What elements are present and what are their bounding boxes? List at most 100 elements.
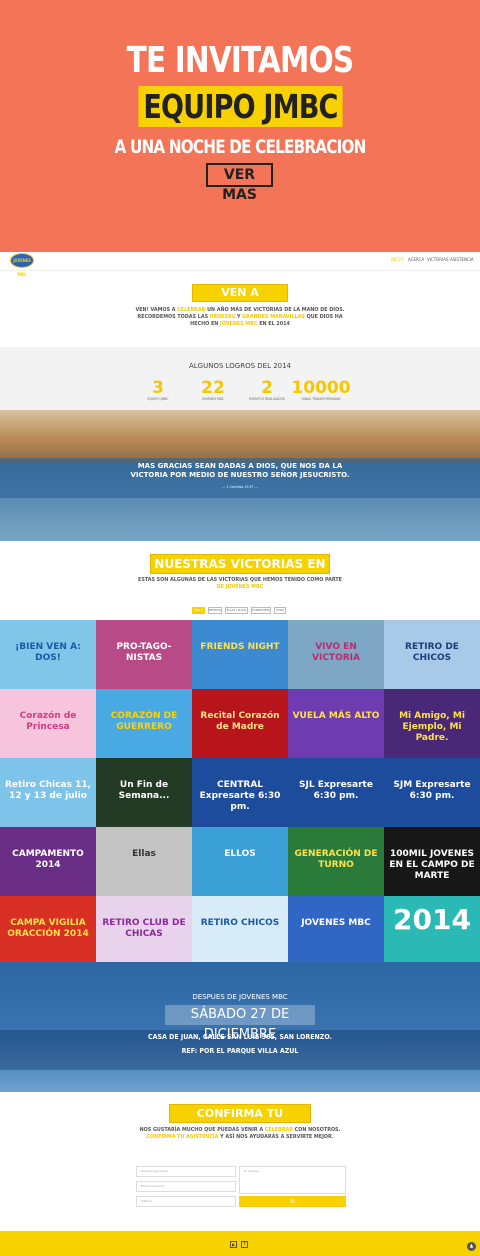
gallery-tile[interactable]: SJM Expresarte 6:30 pm. — [384, 758, 480, 827]
message-field[interactable]: Tu mensaje — [239, 1166, 346, 1194]
gallery-tile-label: CORAZÓN DE GUERRERO — [110, 711, 178, 732]
gallery-tile[interactable]: ¡BIEN VEN A: DOS! — [0, 620, 96, 689]
nav-item-inicio[interactable]: INICIO — [391, 257, 403, 262]
gallery-tile[interactable]: VIVO EN VICTORIA — [288, 620, 384, 689]
gallery-tile-label: PRO-TAGO-NISTAS — [116, 642, 172, 663]
gallery-tile-label: CENTRAL Expresarte 6:30 pm. — [199, 780, 281, 812]
gallery-tile-label: RETIRO CHICOS — [200, 918, 280, 928]
submit-button[interactable]: ✉ — [239, 1196, 346, 1207]
gallery-tile-label: RETIRO DE CHICOS — [405, 642, 459, 663]
gallery-tile-label: Ellas — [132, 849, 156, 859]
quote-line-2: VICTORIA POR MEDIO DE NUESTRO SEÑOR JESU… — [130, 471, 350, 479]
stat-value: 2 — [261, 378, 273, 398]
scroll-top-button[interactable]: ▲ — [467, 1242, 476, 1251]
gallery-tile[interactable]: VUELA MÁS ALTO — [288, 689, 384, 758]
stat-label: EQUIPO JMBC — [147, 397, 169, 401]
gallery-tile[interactable]: Mi Amigo, Mi Ejemplo, Mi Padre. — [384, 689, 480, 758]
event-date: SÁBADO 27 DE DICIEMBRE — [165, 1005, 315, 1042]
gallery-tile[interactable]: RETIRO CHICOS — [192, 896, 288, 965]
gallery-tile[interactable]: JOVENES MBC — [288, 896, 384, 965]
gallery-tile-label: Mi Amigo, Mi Ejemplo, Mi Padre. — [399, 711, 465, 743]
gallery-tile-label: 2014 — [393, 903, 471, 936]
event-address: CASA DE JUAN, CALLE SAN LUIS 965, SAN LO… — [148, 1033, 332, 1041]
phone-field[interactable]: Teléfono — [136, 1196, 236, 1207]
hero-highlight: EQUIPO JMBC — [137, 86, 343, 127]
nav-item-asistencia[interactable]: ASISTENCIA — [450, 257, 474, 262]
gallery-tile[interactable]: ELLOS — [192, 827, 288, 896]
gallery-tile-label: Retiro Chicas 11, 12 y 13 de julio — [4, 780, 92, 801]
gallery-tile[interactable]: CAMPA VIGILIA ORACCIÓN 2014 — [0, 896, 96, 965]
gallery-tile-label: Corazón de Princesa — [19, 711, 77, 732]
stat-value: 10000 — [291, 378, 351, 398]
stats-title: ALGUNOS LOGROS DEL 2014 — [188, 362, 292, 370]
filter-expresarte[interactable]: EXPRESARTE — [251, 607, 271, 614]
contact-line-1: NOS GUSTARÍA MUCHO QUE PUEDAS VENIR A CE… — [139, 1127, 341, 1133]
filter-todo[interactable]: TODO — [192, 607, 205, 614]
name-field[interactable]: Nombre (requerido) — [136, 1166, 236, 1177]
gallery-tile[interactable]: Un Fin de Semana... — [96, 758, 192, 827]
gallery-tile[interactable]: RETIRO DE CHICOS — [384, 620, 480, 689]
footer — [0, 1231, 480, 1256]
gallery-tile-label: SJL Expresarte 6:30 pm. — [299, 780, 373, 801]
quote-reference: — 1 Corintios 15:57 — — [222, 485, 258, 489]
gallery-tile[interactable]: RETIRO CLUB DE CHICAS — [96, 896, 192, 965]
gallery-tile-label: GENERACIÓN DE TURNO — [294, 849, 378, 870]
gallery-tile[interactable]: 100MIL JOVENES EN EL CAMPO DE MARTE — [384, 827, 480, 896]
gallery-tile[interactable]: CAMPAMENTO 2014 — [0, 827, 96, 896]
gallery-tile[interactable]: CENTRAL Expresarte 6:30 pm. — [192, 758, 288, 827]
event-label: DESPUES DE JOVENES MBC — [192, 993, 288, 1001]
gallery-tile-label: 100MIL JOVENES EN EL CAMPO DE MARTE — [389, 849, 475, 881]
gallery-tile[interactable]: SJL Expresarte 6:30 pm. — [288, 758, 384, 827]
hero-title: TE INVITAMOS — [126, 40, 355, 81]
gallery-tile[interactable]: PRO-TAGO-NISTAS — [96, 620, 192, 689]
gallery-tile-label: ELLOS — [224, 849, 256, 859]
gallery-tile[interactable]: FRIENDS NIGHT — [192, 620, 288, 689]
filter-otro[interactable]: OTRO — [274, 607, 286, 614]
gallery-tile-label: ¡BIEN VEN A: DOS! — [15, 642, 81, 663]
celebrar-line-2: RECORDEMOS TODAS LAS PROEZAS Y GRANDES M… — [137, 314, 343, 320]
gallery-tile-label: VUELA MÁS ALTO — [292, 711, 380, 721]
event-reference: REF: POR EL PARQUE VILLA AZUL — [181, 1047, 299, 1055]
facebook-icon[interactable]: f — [241, 1241, 248, 1248]
section-title-victorias: NUESTRAS VICTORIAS EN CRISTO — [150, 554, 330, 589]
contact-line-2: CONFIRMA TU ASISTENCIA Y ASÍ NOS AYUDARÁ… — [146, 1134, 334, 1140]
nav-item-acerca[interactable]: ACERCA — [408, 257, 424, 262]
logo[interactable]: JOVENES MBC — [10, 253, 34, 277]
gallery-tile-label: CAMPAMENTO 2014 — [12, 849, 84, 870]
filter-ellas-ellos[interactable]: ELLAS / ELLOS — [225, 607, 248, 614]
gallery-tile[interactable]: 2014 — [384, 896, 480, 965]
gallery-tile-label: JOVENES MBC — [301, 918, 371, 928]
gallery-tile[interactable]: Recital Corazón de Madre — [192, 689, 288, 758]
gallery-tile-label: SJM Expresarte 6:30 pm. — [393, 780, 471, 801]
gallery-tile[interactable]: Ellas — [96, 827, 192, 896]
stat-value: 22 — [201, 378, 225, 398]
victorias-subtitle-2: DE JOVENES MBC — [216, 584, 264, 590]
stat-label: EVENTOS REALIZADOS — [248, 397, 286, 401]
hero-subtitle: A UNA NOCHE DE CELEBRACION — [114, 136, 367, 158]
nav-item-victorias[interactable]: VICTORIAS — [427, 257, 449, 262]
section-title-asistencia: CONFIRMA TU ASISTENCIA — [169, 1104, 311, 1137]
gallery-tile[interactable]: Retiro Chicas 11, 12 y 13 de julio — [0, 758, 96, 827]
youtube-icon[interactable]: ▶ — [230, 1241, 237, 1248]
gallery-tile-label: RETIRO CLUB DE CHICAS — [102, 918, 186, 939]
gallery-tile-label: Un Fin de Semana... — [118, 780, 170, 801]
section-title-celebrar: VEN A CELEBRAR — [192, 284, 288, 315]
gallery-tile[interactable]: CORAZÓN DE GUERRERO — [96, 689, 192, 758]
send-icon: ✉ — [290, 1198, 295, 1205]
filter-retiros[interactable]: RETIROS — [208, 607, 222, 614]
victorias-subtitle-1: ESTAS SON ALGUNAS DE LAS VICTORIAS QUE H… — [138, 577, 342, 583]
gallery-tile-label: Recital Corazón de Madre — [200, 711, 280, 732]
stat-label: JOVENES MBC — [202, 397, 224, 401]
email-field[interactable]: Email (requerido) — [136, 1181, 236, 1192]
celebrar-line-3: HECHO EN JOVENES MBC EN EL 2014 — [190, 321, 290, 327]
gallery-tile-label: VIVO EN VICTORIA — [312, 642, 360, 663]
gallery-tile[interactable]: GENERACIÓN DE TURNO — [288, 827, 384, 896]
stat-value: 3 — [152, 378, 164, 398]
gallery-tile-label: CAMPA VIGILIA ORACCIÓN 2014 — [7, 918, 89, 939]
celebrar-line-1: VEN! VAMOS A CELEBRAR UN AÑO MÁS DE VICT… — [135, 307, 345, 313]
stat-label: VIDAS TRANSFORMADAS — [301, 397, 341, 401]
gallery-tile[interactable]: Corazón de Princesa — [0, 689, 96, 758]
ver-mas-button[interactable]: VER MAS — [206, 163, 273, 203]
quote-line-1: MAS GRACIAS SEAN DADAS A DIOS, QUE NOS D… — [137, 462, 343, 470]
gallery-tile-label: FRIENDS NIGHT — [200, 642, 280, 652]
